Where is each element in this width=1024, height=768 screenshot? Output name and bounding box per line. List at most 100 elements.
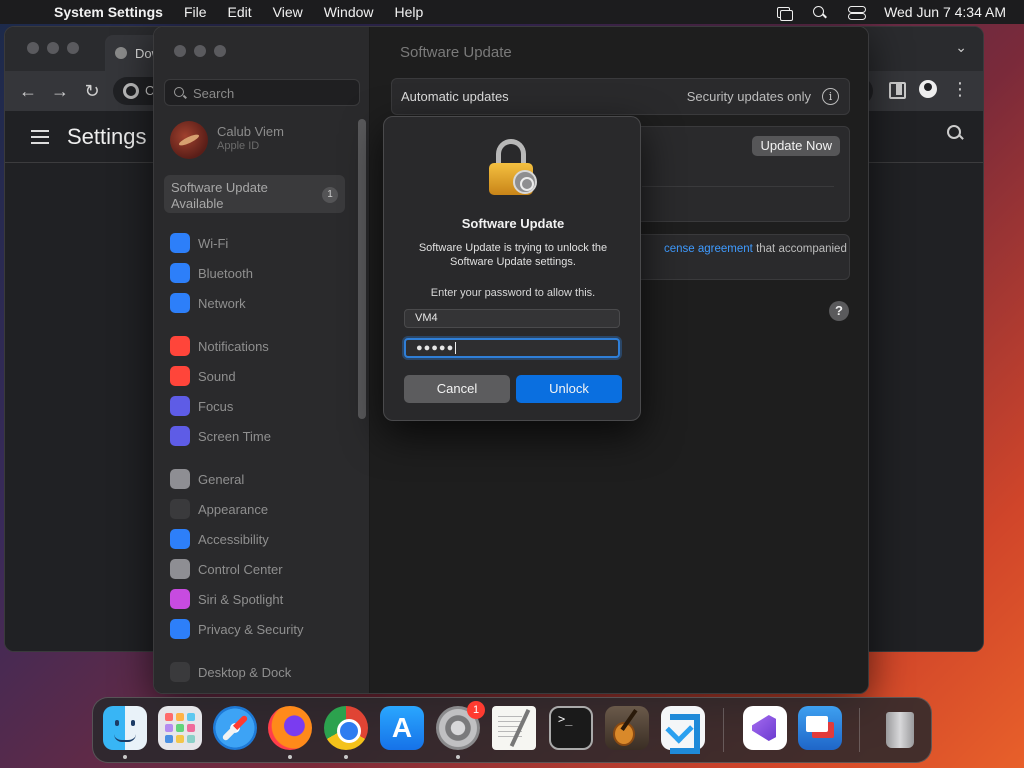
running-indicator xyxy=(123,755,127,759)
sidebar-scrollbar[interactable] xyxy=(358,119,366,419)
password-field[interactable]: ●●●●● xyxy=(404,338,620,358)
dock-garageband-icon[interactable] xyxy=(605,706,649,750)
screen-mirroring-icon[interactable] xyxy=(776,5,794,21)
bluetooth-icon xyxy=(170,263,190,283)
dock-separator xyxy=(723,708,724,752)
sidebar-item-label: Focus xyxy=(198,398,234,414)
sidebar-search-input[interactable]: Search xyxy=(164,79,360,106)
account-subtitle: Apple ID xyxy=(217,140,260,152)
sidebar-item-notifications[interactable]: Notifications xyxy=(170,335,350,357)
dock-finder-icon[interactable] xyxy=(103,706,147,750)
settings-sidebar: Search Calub Viem Apple ID Software Upda… xyxy=(154,27,370,693)
dock-launchpad-icon[interactable] xyxy=(158,706,202,750)
text-caret xyxy=(455,342,457,355)
sidebar-item-label: Wi-Fi xyxy=(198,235,229,251)
info-icon[interactable]: i xyxy=(822,88,839,105)
cancel-button[interactable]: Cancel xyxy=(404,375,510,403)
sidebar-item-general[interactable]: General xyxy=(170,468,350,490)
automatic-updates-value: Security updates only xyxy=(686,89,811,104)
hand-icon xyxy=(170,619,190,639)
dock-app-store-icon[interactable] xyxy=(380,706,424,750)
page-search-icon[interactable] xyxy=(947,125,963,141)
globe-icon xyxy=(170,293,190,313)
dock-safari-icon[interactable] xyxy=(213,706,257,750)
menu-view[interactable]: View xyxy=(273,4,303,20)
hourglass-icon xyxy=(170,426,190,446)
sidebar-item-siri-spotlight[interactable]: Siri & Spotlight xyxy=(170,588,350,610)
gear-icon xyxy=(513,170,537,194)
back-arrow-icon[interactable]: ← xyxy=(17,80,39,102)
sidebar-item-privacy-security[interactable]: Privacy & Security xyxy=(170,618,350,640)
dock-visual-studio-icon[interactable] xyxy=(743,706,787,750)
search-placeholder: Search xyxy=(193,86,235,101)
menu-clock[interactable]: Wed Jun 7 4:34 AM xyxy=(884,4,1006,20)
dock-trash-icon[interactable] xyxy=(878,706,922,750)
sidebar-item-bluetooth[interactable]: Bluetooth xyxy=(170,262,350,284)
running-indicator xyxy=(288,755,292,759)
sidebar-item-label: Bluetooth xyxy=(198,265,253,281)
menu-window[interactable]: Window xyxy=(324,4,374,20)
sidebar-item-desktop-dock[interactable]: Desktop & Dock xyxy=(170,661,350,683)
menu-app-name[interactable]: System Settings xyxy=(54,4,163,20)
sidebar-item-label: Privacy & Security xyxy=(198,621,304,637)
moon-icon xyxy=(170,396,190,416)
dock-textedit-icon[interactable] xyxy=(492,706,536,750)
dock-chrome-icon[interactable] xyxy=(324,706,368,750)
bell-icon xyxy=(170,336,190,356)
sidebar-item-label: Accessibility xyxy=(198,531,269,547)
update-now-button[interactable]: Update Now xyxy=(752,136,840,156)
unlock-button[interactable]: Unlock xyxy=(516,375,622,403)
menu-file[interactable]: File xyxy=(184,4,207,20)
sidebar-item-appearance[interactable]: Appearance xyxy=(170,498,350,520)
sidebar-item-focus[interactable]: Focus xyxy=(170,395,350,417)
wifi-icon xyxy=(170,233,190,253)
pane-title: Software Update xyxy=(400,44,512,61)
hamburger-menu-icon[interactable] xyxy=(31,129,49,144)
reload-icon[interactable]: ↻ xyxy=(81,80,103,102)
license-agreement-link[interactable]: cense agreement xyxy=(664,243,753,255)
page-title: Settings xyxy=(67,123,147,149)
window-traffic-lights[interactable] xyxy=(174,45,226,57)
dialog-message: Software Update is trying to unlock the … xyxy=(418,242,608,268)
sidebar-item-label: General xyxy=(198,471,245,487)
username-field[interactable]: VM4 xyxy=(404,309,620,328)
profile-icon[interactable] xyxy=(919,80,937,98)
sidebar-item-accessibility[interactable]: Accessibility xyxy=(170,528,350,550)
tab-search-chevron-icon[interactable]: ⌄ xyxy=(955,39,967,56)
account-name: Calub Viem xyxy=(217,124,284,139)
side-panel-icon[interactable] xyxy=(887,80,906,99)
dock-terminal-icon[interactable] xyxy=(549,706,593,750)
sidebar-item-label: Appearance xyxy=(198,501,269,517)
automatic-updates-row[interactable]: Automatic updates Security updates only … xyxy=(391,78,850,115)
sidebar-item-label: Siri & Spotlight xyxy=(198,591,284,607)
automatic-updates-label: Automatic updates xyxy=(401,89,509,104)
dock-separator xyxy=(859,708,860,752)
sidebar-item-screen-time[interactable]: Screen Time xyxy=(170,425,350,447)
control-center-icon[interactable] xyxy=(848,5,867,20)
sidebar-item-sound[interactable]: Sound xyxy=(170,365,350,387)
sidebar-item-control-center[interactable]: Control Center xyxy=(170,558,350,580)
sidebar-item-wi-fi[interactable]: Wi-Fi xyxy=(170,232,350,254)
spotlight-search-icon[interactable] xyxy=(812,5,828,19)
more-menu-icon[interactable]: ⋮ xyxy=(951,80,969,98)
browser-traffic-lights[interactable] xyxy=(27,42,79,54)
sidebar-item-software-update[interactable]: Software Update Available 1 xyxy=(164,175,345,213)
sidebar-item-network[interactable]: Network xyxy=(170,292,350,314)
card-divider xyxy=(642,186,834,187)
apple-id-account[interactable]: Calub Viem Apple ID xyxy=(170,119,360,159)
control-center-icon xyxy=(170,559,190,579)
license-text-rest: that accompanied xyxy=(752,243,847,255)
chrome-logo-icon xyxy=(123,83,139,99)
dock-vscode-icon[interactable] xyxy=(661,706,705,750)
gear-icon xyxy=(170,469,190,489)
password-value: ●●●●● xyxy=(416,342,455,354)
forward-arrow-icon[interactable]: → xyxy=(49,80,71,102)
menu-edit[interactable]: Edit xyxy=(228,4,252,20)
menu-help[interactable]: Help xyxy=(395,4,424,20)
desktop-icon xyxy=(170,662,190,682)
sidebar-item-label: Notifications xyxy=(198,338,269,354)
help-button[interactable]: ? xyxy=(829,301,849,321)
dock-remote-desktop-icon[interactable] xyxy=(798,706,842,750)
dock-firefox-icon[interactable] xyxy=(268,706,312,750)
avatar xyxy=(170,121,208,159)
